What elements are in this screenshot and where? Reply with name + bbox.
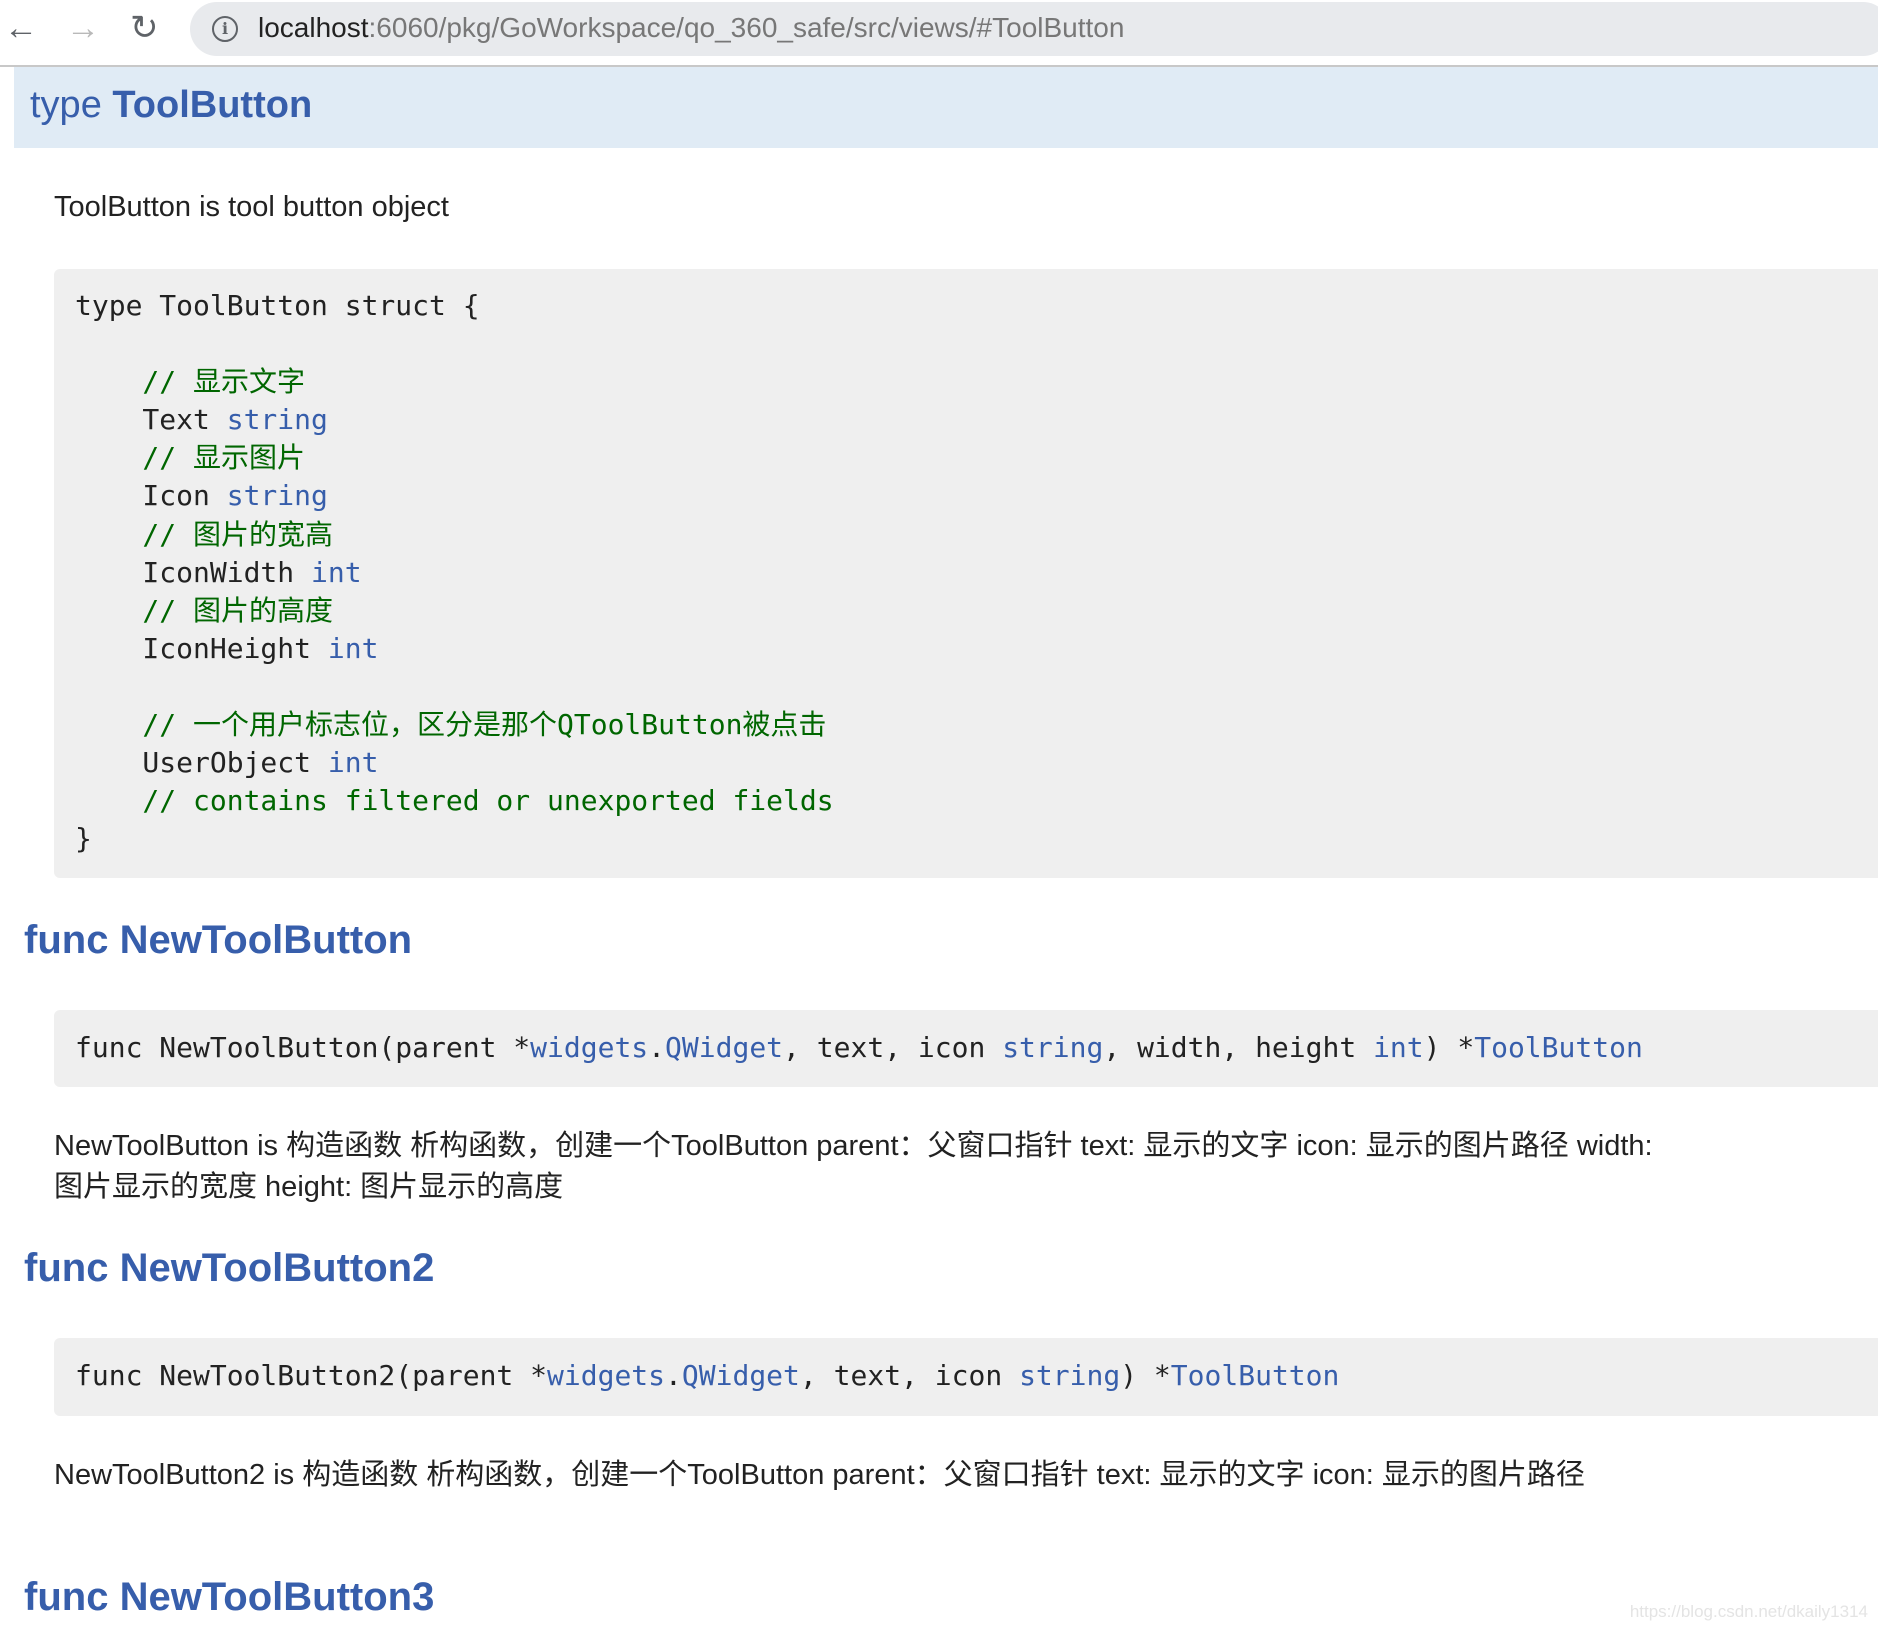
func-name-link[interactable]: NewToolButton2	[120, 1246, 435, 1290]
code-type-link[interactable]: int	[1373, 1031, 1424, 1064]
code-text: , text, icon	[799, 1359, 1020, 1392]
code-text: , width, height	[1103, 1031, 1374, 1064]
code-text: Icon	[75, 479, 227, 513]
back-arrow-icon[interactable]: ←	[4, 8, 38, 48]
code-text: Text	[75, 403, 227, 437]
func-name-link[interactable]: NewToolButton3	[120, 1575, 435, 1619]
code-line: // 一个用户标志位，区分是那个QToolButton被点击	[75, 706, 1878, 744]
code-line: UserObject int	[75, 744, 1878, 782]
code-type-link[interactable]: ToolButton	[1474, 1031, 1643, 1064]
code-text: func NewToolButton(parent *	[75, 1031, 531, 1064]
code-text: ) *	[1120, 1359, 1171, 1392]
code-line: // 图片的高度	[75, 592, 1878, 630]
code-type-link[interactable]: string	[1002, 1031, 1103, 1064]
code-text: type ToolButton struct {	[75, 289, 480, 322]
code-comment: // 一个用户标志位，区分是那个QToolButton被点击	[75, 708, 827, 742]
func-name-link[interactable]: NewToolButton	[120, 918, 413, 962]
func-keyword: func	[24, 1575, 109, 1619]
func-heading-newtoolbutton3: func NewToolButton3	[24, 1575, 434, 1620]
signature-code-block: func NewToolButton(parent *widgets.QWidg…	[54, 1010, 1878, 1087]
type-header-band: type ToolButton	[14, 67, 1878, 148]
code-line: // contains filtered or unexported field…	[75, 782, 1878, 820]
code-type-link[interactable]: QWidget	[682, 1359, 800, 1392]
code-comment: // 图片的高度	[75, 593, 334, 627]
struct-code-block: type ToolButton struct { // 显示文字 Text st…	[54, 269, 1878, 878]
code-text: .	[665, 1359, 682, 1392]
code-type-link[interactable]: int	[311, 556, 362, 589]
code-type-link[interactable]: int	[328, 632, 379, 665]
forward-arrow-icon[interactable]: →	[66, 8, 100, 48]
code-text: .	[648, 1031, 666, 1064]
info-icon[interactable]: i	[212, 16, 238, 42]
address-bar[interactable]: i localhost:6060/pkg/GoWorkspace/qo_360_…	[190, 2, 1878, 56]
code-text: ) *	[1423, 1031, 1475, 1064]
code-text: , text, icon	[783, 1031, 1003, 1064]
func-heading-newtoolbutton2: func NewToolButton2	[24, 1246, 434, 1291]
code-type-link[interactable]: string	[227, 403, 328, 436]
code-text: IconHeight	[75, 631, 328, 665]
signature-code-block: func NewToolButton2(parent *widgets.QWid…	[54, 1338, 1878, 1416]
watermark: https://blog.csdn.net/dkaily1314	[1629, 1602, 1868, 1621]
url-host: localhost	[258, 12, 369, 43]
code-text: IconWidth	[75, 555, 312, 589]
type-keyword: type	[30, 84, 102, 126]
func-keyword: func	[24, 1246, 109, 1290]
browser-toolbar: ← → ↻ i localhost:6060/pkg/GoWorkspace/q…	[0, 0, 1878, 67]
url-text[interactable]: localhost:6060/pkg/GoWorkspace/qo_360_sa…	[258, 12, 1124, 44]
code-type-link[interactable]: widgets	[530, 1031, 648, 1064]
type-heading: type ToolButton	[30, 84, 312, 127]
code-comment: // 显示文字	[75, 365, 306, 399]
code-type-link[interactable]: widgets	[547, 1359, 665, 1392]
code-type-link[interactable]: ToolButton	[1171, 1359, 1340, 1392]
reload-icon[interactable]: ↻	[130, 8, 159, 48]
code-line: IconWidth int	[75, 554, 1878, 592]
func-doc: NewToolButton is 构造函数 析构函数，创建一个ToolButto…	[54, 1130, 1653, 1203]
code-comment: // 图片的宽高	[75, 517, 334, 551]
type-doc: ToolButton is tool button object	[54, 191, 449, 223]
code-text: }	[75, 822, 92, 856]
code-type-link[interactable]: int	[328, 746, 379, 779]
code-text: func NewToolButton2(parent *	[75, 1359, 548, 1392]
url-path: :6060/pkg/GoWorkspace/qo_360_safe/src/vi…	[368, 12, 1125, 43]
code-type-link[interactable]: string	[227, 479, 328, 512]
code-line: // 显示图片	[75, 439, 1878, 477]
code-comment: // contains filtered or unexported field…	[75, 784, 834, 818]
code-comment: // 显示图片	[75, 441, 306, 475]
func-doc: NewToolButton2 is 构造函数 析构函数，创建一个ToolButt…	[54, 1459, 1585, 1491]
code-text: UserObject	[75, 746, 328, 780]
code-line: type ToolButton struct {	[75, 287, 1878, 325]
func-heading-newtoolbutton: func NewToolButton	[24, 918, 412, 963]
code-line: // 显示文字	[75, 363, 1878, 401]
code-line: }	[75, 820, 1878, 858]
type-name-link[interactable]: ToolButton	[112, 84, 312, 126]
code-line: // 图片的宽高	[75, 516, 1878, 554]
code-line: Text string	[75, 401, 1878, 439]
code-line: IconHeight int	[75, 630, 1878, 668]
code-type-link[interactable]: string	[1019, 1359, 1120, 1392]
func-keyword: func	[24, 918, 109, 962]
code-line: Icon string	[75, 477, 1878, 515]
code-type-link[interactable]: QWidget	[665, 1031, 783, 1064]
